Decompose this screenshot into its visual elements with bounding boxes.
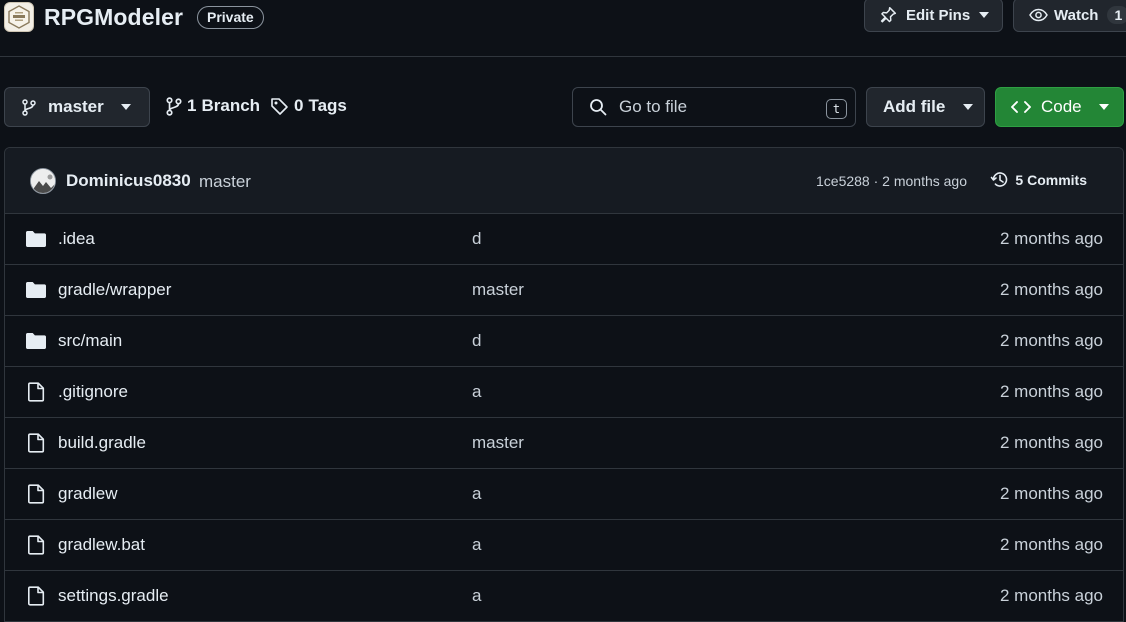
file-icon <box>25 433 47 453</box>
file-commit-message[interactable]: a <box>472 586 481 606</box>
branches-link[interactable]: 1 Branch <box>166 96 260 116</box>
file-commit-time: 2 months ago <box>999 433 1103 452</box>
file-row[interactable]: settings.gradle a 2 months ago <box>5 571 1123 622</box>
tag-icon <box>271 97 288 115</box>
file-name-link[interactable]: .idea <box>58 229 95 249</box>
file-name-link[interactable]: gradlew.bat <box>58 535 145 555</box>
file-icon <box>25 535 47 555</box>
folder-icon <box>25 280 47 300</box>
file-row[interactable]: gradlew a 2 months ago <box>5 469 1123 520</box>
add-file-label: Add file <box>883 97 946 116</box>
file-browser: Dominicus0830 master 1ce5288 · 2 months … <box>4 147 1124 622</box>
file-name-link[interactable]: gradlew <box>58 484 118 504</box>
file-name-link[interactable]: gradle/wrapper <box>58 280 171 300</box>
author-avatar[interactable] <box>30 168 56 194</box>
git-branch-icon <box>166 96 182 116</box>
repo-owner-avatar[interactable] <box>4 2 34 32</box>
tags-link[interactable]: 0 Tags <box>270 96 347 116</box>
edit-pins-button[interactable]: Edit Pins <box>864 0 1003 32</box>
file-name-link[interactable]: build.gradle <box>58 433 146 453</box>
folder-icon <box>25 229 47 249</box>
file-row[interactable]: src/main d 2 months ago <box>5 316 1123 367</box>
file-row[interactable]: build.gradle master 2 months ago <box>5 418 1123 469</box>
repo-name[interactable]: RPGModeler <box>44 4 183 31</box>
file-commit-message[interactable]: a <box>472 484 481 504</box>
file-commit-message[interactable]: master <box>472 433 524 453</box>
file-name-link[interactable]: .gitignore <box>58 382 128 402</box>
commit-author[interactable]: Dominicus0830 <box>66 171 191 191</box>
file-name-link[interactable]: settings.gradle <box>58 586 169 606</box>
file-commit-time: 2 months ago <box>999 484 1103 503</box>
commit-message[interactable]: master <box>199 172 251 192</box>
file-commit-time: 2 months ago <box>999 331 1103 350</box>
commit-hash-time[interactable]: 1ce5288 · 2 months ago <box>816 173 967 189</box>
chevron-down-icon <box>963 104 974 110</box>
file-icon <box>25 382 47 402</box>
file-commit-time: 2 months ago <box>999 535 1103 554</box>
add-file-button[interactable]: Add file <box>866 87 985 127</box>
branch-selector-button[interactable]: master <box>4 87 150 127</box>
chevron-down-icon <box>1098 104 1109 110</box>
file-commit-time: 2 months ago <box>999 586 1103 605</box>
commits-history-link[interactable]: 5 Commits <box>990 170 1087 189</box>
tags-count: 0 <box>294 96 304 115</box>
folder-icon <box>25 331 47 351</box>
file-row[interactable]: gradlew.bat a 2 months ago <box>5 520 1123 571</box>
watch-count-badge: 1 <box>1107 6 1126 24</box>
search-icon <box>590 99 607 116</box>
edit-pins-label: Edit Pins <box>906 6 971 24</box>
file-commit-time: 2 months ago <box>999 229 1103 248</box>
go-to-file-input[interactable] <box>617 96 817 118</box>
keyboard-shortcut-hint: t <box>826 99 847 119</box>
file-icon <box>25 484 47 504</box>
commits-count-label: 5 Commits <box>1015 171 1087 188</box>
watch-button[interactable]: Watch 1 <box>1013 0 1126 32</box>
branches-label: Branch <box>201 96 261 115</box>
author-avatar-image <box>31 169 55 193</box>
pin-icon <box>880 6 897 23</box>
file-commit-message[interactable]: d <box>472 229 481 249</box>
file-commit-message[interactable]: a <box>472 382 481 402</box>
code-brackets-icon <box>1011 101 1031 113</box>
chevron-down-icon <box>979 12 990 18</box>
history-icon <box>991 172 1008 187</box>
visibility-badge: Private <box>197 6 264 29</box>
file-commit-message[interactable]: master <box>472 280 524 300</box>
branch-name: master <box>48 97 104 116</box>
file-row[interactable]: .idea d 2 months ago <box>5 214 1123 265</box>
branches-count: 1 <box>187 96 197 115</box>
repo-header: RPGModeler Private Edit Pins Watch 1 <box>0 0 1126 57</box>
file-commit-message[interactable]: d <box>472 331 481 351</box>
file-commit-time: 2 months ago <box>999 280 1103 299</box>
latest-commit-bar: Dominicus0830 master 1ce5288 · 2 months … <box>5 148 1123 214</box>
go-to-file-box[interactable]: t <box>572 87 856 127</box>
file-list: .idea d 2 months ago gradle/wrapper master 2 … <box>5 214 1123 622</box>
code-label: Code <box>1041 97 1082 116</box>
hexagon-logo-icon <box>8 5 30 29</box>
git-branch-icon <box>22 98 36 116</box>
watch-label: Watch <box>1054 6 1099 24</box>
eye-icon <box>1029 8 1048 22</box>
code-button[interactable]: Code <box>995 87 1124 127</box>
file-name-link[interactable]: src/main <box>58 331 122 351</box>
file-commit-message[interactable]: a <box>472 535 481 555</box>
file-icon <box>25 586 47 606</box>
file-row[interactable]: .gitignore a 2 months ago <box>5 367 1123 418</box>
file-row[interactable]: gradle/wrapper master 2 months ago <box>5 265 1123 316</box>
file-commit-time: 2 months ago <box>999 382 1103 401</box>
chevron-down-icon <box>120 104 131 110</box>
tags-label: Tags <box>308 96 347 115</box>
